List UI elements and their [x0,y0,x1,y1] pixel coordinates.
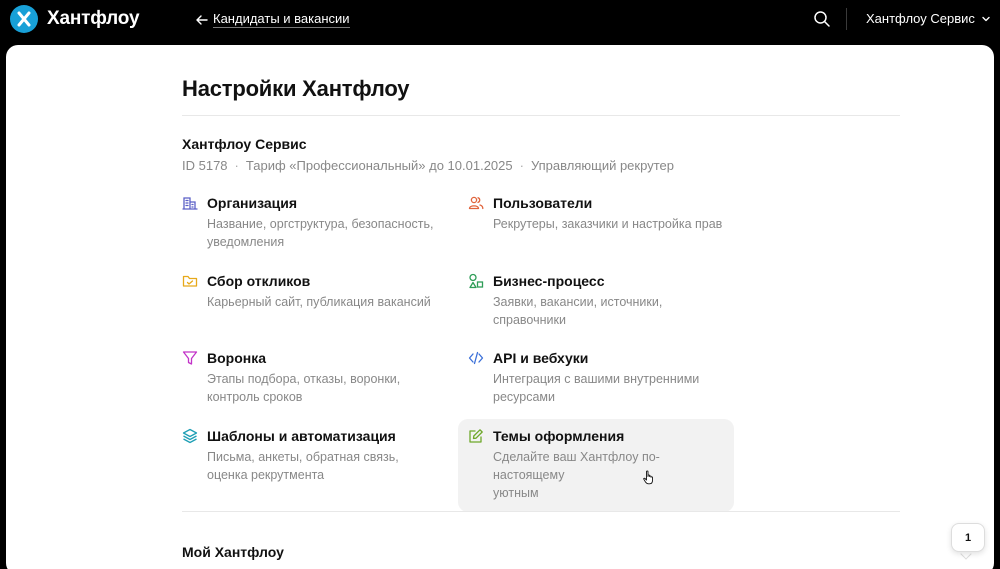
settings-item-users[interactable]: Пользователи Рекрутеры, заказчики и наст… [458,186,734,243]
item-description: Название, оргструктура, безопасность, ув… [207,215,438,251]
chat-button[interactable]: 1 [951,523,985,552]
meta-separator: · [234,158,239,173]
settings-item-templates[interactable]: Шаблоны и автоматизация Письма, анкеты, … [172,419,448,494]
header-divider [846,8,847,30]
company-id: ID 5178 [182,158,228,173]
settings-item-themes[interactable]: Темы оформления Сделайте ваш Хантфлоу по… [458,419,734,512]
settings-card: Настройки Хантфлоу Хантфлоу Сервис ID 51… [6,45,994,569]
arrow-left-icon [196,14,208,25]
divider [182,511,900,512]
item-description-line: Этапы подбора, отказы, воронки, [207,372,401,386]
item-description-line: Заявки, вакансии, источники, [493,295,663,309]
item-description: Карьерный сайт, публикация вакансий [207,293,438,311]
page-title: Настройки Хантфлоу [182,76,410,101]
company-tariff: Тариф «Профессиональный» до 10.01.2025 [245,158,513,173]
item-title: Организация [207,195,298,211]
search-icon [814,11,830,27]
layers-icon [182,428,198,449]
account-menu[interactable]: Хантфлоу Сервис [866,11,991,26]
item-description-line: контроль сроков [207,390,303,404]
item-description-line: Название, оргструктура, безопасность, [207,217,434,231]
item-title: Пользователи [493,195,593,211]
logo-x-icon [10,5,38,33]
item-title: Темы оформления [493,428,625,444]
item-description: Сделайте ваш Хантфлоу по-настоящему уютн… [493,448,724,502]
company-meta: ID 5178 · Тариф «Профессиональный» до 10… [182,158,674,173]
settings-item-funnel[interactable]: Воронка Этапы подбора, отказы, воронки, … [172,341,448,416]
logo-text: Хантфлоу [47,8,140,29]
logo[interactable]: Хантфлоу [10,5,140,33]
building-icon [182,195,198,216]
item-title: Сбор откликов [207,273,311,289]
item-description-line: уведомления [207,235,285,249]
process-icon [468,273,484,294]
item-description: Письма, анкеты, обратная связь, оценка р… [207,448,438,484]
funnel-icon [182,350,198,371]
item-description-line: ресурсами [493,390,555,404]
item-description: Интеграция с вашими внутренними ресурсам… [493,370,724,406]
item-description: Заявки, вакансии, источники, справочники [493,293,724,329]
meta-separator: · [519,158,524,173]
hand-cursor-icon [643,470,655,490]
item-description-line: Письма, анкеты, обратная связь, [207,450,399,464]
item-title: Бизнес-процесс [493,273,605,289]
item-description-line: Интеграция с вашими внутренними [493,372,700,386]
item-description-line: Карьерный сайт, публикация вакансий [207,295,431,309]
company-role: Управляющий рекрутер [530,158,674,173]
item-description: Этапы подбора, отказы, воронки, контроль… [207,370,438,406]
item-title: API и вебхуки [493,350,589,366]
item-description: Рекрутеры, заказчики и настройка прав [493,215,724,233]
top-bar: Хантфлоу Кандидаты и вакансии Хантфлоу С… [0,0,1000,40]
settings-item-api[interactable]: API и вебхуки Интеграция с вашими внутре… [458,341,734,416]
item-title: Воронка [207,350,267,366]
item-description-line: оценка рекрутмента [207,468,325,482]
back-link-label: Кандидаты и вакансии [213,11,350,28]
account-label: Хантфлоу Сервис [866,11,975,26]
divider [182,115,900,116]
section-title-my-huntflow: Мой Хантфлоу [182,544,284,560]
item-description-line: Сделайте ваш Хантфлоу по-настоящему [493,450,660,482]
edit-icon [468,428,484,449]
item-description-line: справочники [493,313,566,327]
chat-badge: 1 [964,531,972,544]
settings-item-responses[interactable]: Сбор откликов Карьерный сайт, публикация… [172,264,448,321]
back-link[interactable]: Кандидаты и вакансии [195,11,350,28]
company-name: Хантфлоу Сервис [182,136,307,152]
code-icon [468,350,484,371]
settings-item-organization[interactable]: Организация Название, оргструктура, безо… [172,186,448,261]
item-description-line: уютным [493,486,539,500]
users-icon [468,195,484,216]
settings-item-business-process[interactable]: Бизнес-процесс Заявки, вакансии, источни… [458,264,734,339]
item-title: Шаблоны и автоматизация [207,428,396,444]
item-description-line: Рекрутеры, заказчики и настройка прав [493,217,723,231]
search-button[interactable] [813,10,831,28]
chevron-down-icon [982,16,990,21]
folder-icon [182,273,198,294]
